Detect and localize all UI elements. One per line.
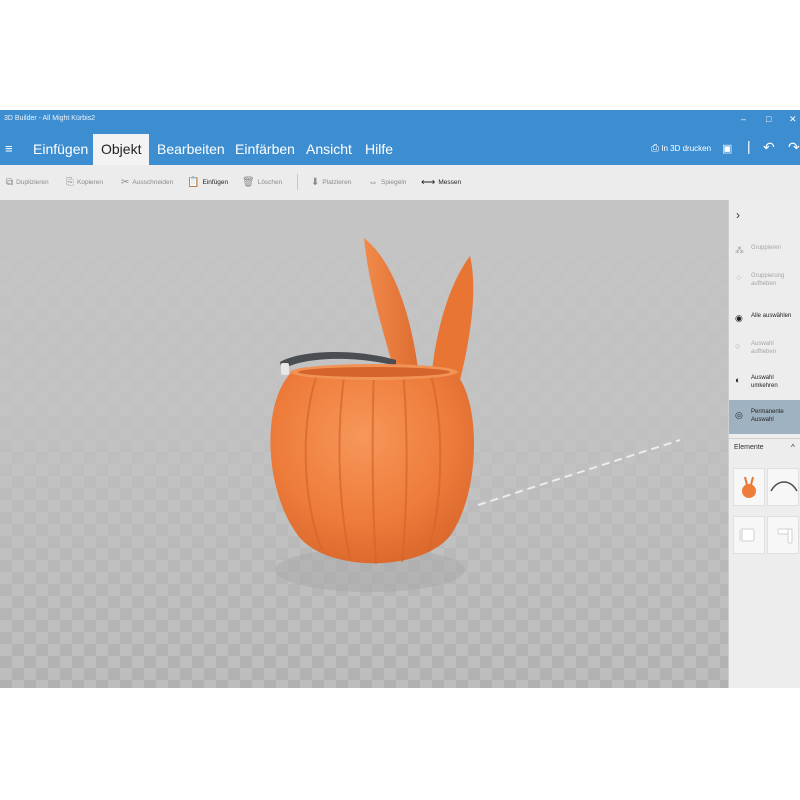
object-toolbar: ⧉ Duplizieren ⎘ Kopieren ✂ Ausschneiden 📋 Ei… — [0, 165, 800, 201]
tab-bearbeiten[interactable]: Bearbeiten — [157, 141, 225, 157]
print-icon: ⎙ — [651, 143, 659, 154]
select-all-icon: ◉ — [735, 313, 743, 323]
handle-thumbnail-icon — [770, 481, 798, 492]
copy-icon: ⎘ — [66, 177, 74, 188]
scene-svg — [0, 200, 728, 688]
chevron-up-icon[interactable]: ^ — [791, 443, 795, 452]
3d-viewport[interactable] — [0, 200, 728, 688]
mirror-icon: ⇔ — [368, 177, 378, 188]
copy-label: Kopieren — [77, 179, 104, 186]
delete-button[interactable]: 🗑 Löschen — [242, 177, 282, 188]
tab-hilfe[interactable]: Hilfe — [365, 141, 393, 157]
ungroup-icon: ⁘ — [735, 273, 743, 283]
scissors-icon: ✂ — [121, 177, 130, 188]
clip-thumbnail-icon — [777, 528, 793, 544]
element-thumbnail-pumpkin[interactable] — [733, 468, 765, 506]
paste-button[interactable]: 📋 Einfügen — [187, 177, 228, 188]
group-label: Gruppieren — [751, 245, 782, 251]
right-panel: › ⁂ Gruppieren ⁘ Gruppierung aufheben ◉ … — [728, 200, 800, 688]
deselect-button[interactable]: ○ Auswahl aufheben — [729, 340, 800, 360]
element-thumbnail-clip-left[interactable] — [733, 516, 765, 554]
invert-label: Auswahl umkehren — [751, 375, 778, 389]
redo-icon[interactable]: ↷ — [788, 139, 800, 156]
save-icon[interactable]: ▣ — [722, 142, 732, 155]
maximize-button[interactable]: □ — [766, 114, 771, 124]
measure-button[interactable]: ⟷ Messen — [421, 177, 461, 188]
duplicate-icon: ⧉ — [6, 177, 14, 188]
ungroup-button[interactable]: ⁘ Gruppierung aufheben — [729, 272, 800, 292]
clip-thumbnail-icon — [739, 528, 755, 542]
duplicate-label: Duplizieren — [16, 179, 49, 186]
select-all-button[interactable]: ◉ Alle auswählen — [729, 312, 800, 326]
minimize-button[interactable]: – — [741, 114, 746, 124]
hamburger-menu-icon[interactable]: ≡ — [5, 141, 13, 156]
invert-icon: ◐ — [735, 375, 741, 385]
ungroup-label: Gruppierung aufheben — [751, 273, 785, 287]
deselect-icon: ○ — [735, 341, 741, 351]
measure-label: Messen — [438, 179, 462, 186]
divider-line: | — [747, 138, 751, 154]
window-title: 3D Builder - All Might Kürbis2 — [4, 115, 96, 122]
group-button[interactable]: ⁂ Gruppieren — [729, 244, 800, 258]
menu-bar: ≡ Einfügen Objekt Bearbeiten Einfärben A… — [0, 134, 800, 165]
ruler-icon: ⟷ — [421, 177, 436, 188]
tab-objekt[interactable]: Objekt — [93, 134, 150, 165]
invert-selection-button[interactable]: ◐ Auswahl umkehren — [729, 374, 800, 394]
title-bar: 3D Builder - All Might Kürbis2 – □ ✕ — [0, 110, 800, 134]
tab-einfaerben[interactable]: Einfärben — [235, 141, 295, 157]
pumpkin-opening — [298, 367, 450, 377]
mirror-button[interactable]: ⇔ Spiegeln — [368, 177, 406, 188]
tab-einfuegen[interactable]: Einfügen — [33, 141, 88, 157]
place-label: Platzieren — [322, 179, 352, 186]
paste-label: Einfügen — [202, 179, 229, 186]
select-all-label: Alle auswählen — [751, 313, 792, 319]
pumpkin-thumbnail-icon — [742, 476, 756, 498]
close-button[interactable]: ✕ — [789, 114, 797, 125]
cut-label: Ausschneiden — [132, 179, 174, 186]
elements-title: Elemente — [734, 444, 764, 451]
handle-clip-left — [281, 363, 289, 375]
app-window: 3D Builder - All Might Kürbis2 – □ ✕ ≡ E… — [0, 110, 800, 688]
collapse-panel-icon[interactable]: › — [736, 208, 740, 222]
tab-ansicht[interactable]: Ansicht — [306, 141, 352, 157]
permanent-selection-button[interactable]: ◎ Permanente Auswahl — [729, 400, 800, 434]
elements-header[interactable]: Elemente ^ — [729, 438, 800, 457]
group-icon: ⁂ — [735, 245, 744, 255]
mirror-label: Spiegeln — [381, 179, 407, 186]
toolbar-separator — [297, 174, 298, 190]
element-thumbnail-handle[interactable] — [767, 468, 799, 506]
place-icon: ⬇ — [311, 177, 320, 188]
duplicate-button[interactable]: ⧉ Duplizieren — [6, 177, 49, 188]
clipboard-icon: 📋 — [187, 177, 200, 188]
permanent-selection-label: Permanente Auswahl — [751, 409, 784, 423]
delete-label: Löschen — [257, 179, 283, 186]
deselect-label: Auswahl aufheben — [751, 341, 777, 355]
cut-button[interactable]: ✂ Ausschneiden — [121, 177, 173, 188]
undo-icon[interactable]: ↶ — [763, 139, 775, 156]
copy-button[interactable]: ⎘ Kopieren — [66, 177, 103, 188]
place-button[interactable]: ⬇ Platzieren — [311, 177, 351, 188]
trash-icon: 🗑 — [242, 177, 255, 188]
print-3d-label: In 3D drucken — [661, 144, 712, 153]
print-3d-button[interactable]: ⎙ In 3D drucken — [651, 143, 711, 154]
permanent-selection-icon: ◎ — [735, 410, 743, 420]
element-thumbnail-clip-right[interactable] — [767, 516, 799, 554]
